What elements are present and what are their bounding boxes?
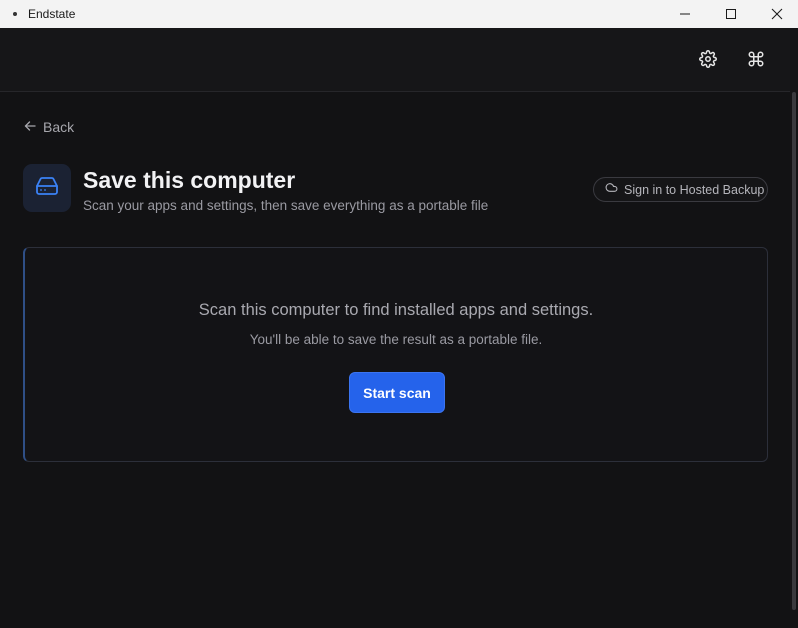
cloud-icon [605, 181, 618, 198]
minimize-icon [679, 8, 691, 20]
arrow-left-icon [24, 118, 36, 136]
minimize-button[interactable] [662, 0, 708, 28]
maximize-icon [725, 8, 737, 20]
app-icon [13, 12, 17, 16]
scrollbar-thumb[interactable] [792, 92, 796, 610]
window-titlebar[interactable]: Endstate [0, 0, 798, 28]
page-subtitle: Scan your apps and settings, then save e… [83, 198, 489, 213]
scan-description: You'll be able to save the result as a p… [249, 332, 543, 347]
command-palette-button[interactable] [743, 48, 769, 74]
page-title: Save this computer [83, 167, 296, 193]
sign-in-label: Sign in to Hosted Backup [624, 182, 765, 197]
vertical-scrollbar[interactable] [790, 28, 798, 628]
back-link[interactable]: Back [24, 118, 74, 136]
scan-heading: Scan this computer to find installed app… [198, 301, 594, 319]
app-toolbar [0, 28, 790, 92]
gear-icon [699, 49, 717, 73]
command-icon [747, 50, 765, 73]
window-title: Endstate [28, 7, 76, 21]
close-button[interactable] [754, 0, 798, 28]
back-label: Back [43, 119, 75, 135]
close-icon [771, 8, 783, 20]
maximize-button[interactable] [708, 0, 754, 28]
settings-button[interactable] [695, 48, 721, 74]
page-icon-tile [23, 164, 71, 212]
sign-in-hosted-backup-button[interactable]: Sign in to Hosted Backup [593, 177, 768, 202]
scan-card: Scan this computer to find installed app… [23, 247, 768, 462]
start-scan-button[interactable]: Start scan [349, 372, 445, 413]
drive-icon [35, 174, 59, 203]
